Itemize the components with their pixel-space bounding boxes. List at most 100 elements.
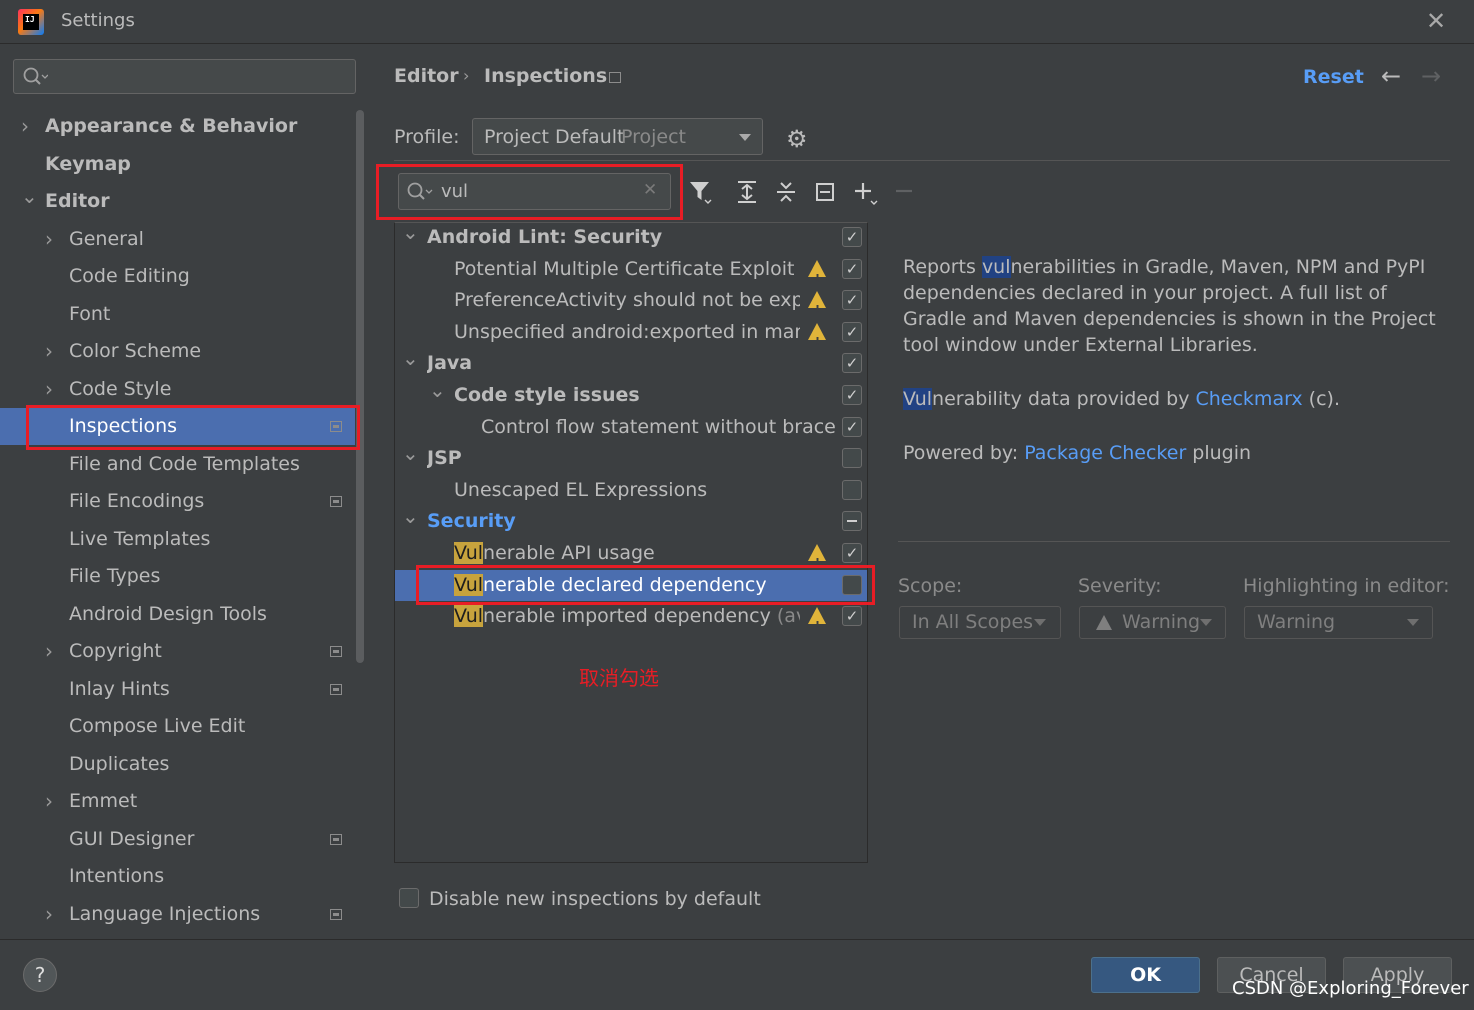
sidebar-item[interactable]: › Language Injections [0, 896, 355, 933]
breadcrumb-separator-icon: › [463, 66, 470, 85]
sidebar-item[interactable]: › Copyright [0, 633, 355, 670]
tree-inspection[interactable]: Unescaped EL Expressions [395, 475, 867, 506]
tree-inspection[interactable]: Vulnerable imported dependency (availa ✓ [395, 601, 867, 641]
sidebar-item-label: Intentions [69, 865, 165, 887]
sidebar-item[interactable]: Duplicates [0, 746, 355, 783]
sidebar-item[interactable]: › Emmet [0, 783, 355, 820]
inspection-checkbox[interactable]: ✓ [842, 290, 862, 311]
sidebar-item[interactable]: File Encodings [0, 483, 355, 520]
intellij-idea-icon: IJ [18, 9, 44, 35]
sidebar-item[interactable]: › Appearance & Behavior [0, 108, 355, 145]
project-level-icon [330, 683, 342, 695]
tree-inspection[interactable]: Unspecified android:exported in manifes ✓ [395, 317, 867, 357]
tree-inspection[interactable]: Control flow statement without brace ✓ [395, 412, 867, 443]
sidebar-item-label: Android Design Tools [69, 602, 267, 625]
inspection-checkbox[interactable]: ✓ [842, 258, 862, 279]
settings-search-input[interactable] [13, 59, 356, 94]
disable-new-inspections-label[interactable]: Disable new inspections by default [429, 888, 761, 910]
inspection-checkbox[interactable]: ✓ [842, 353, 862, 374]
desc-text: plugin [1186, 442, 1252, 464]
inspection-checkbox[interactable]: ✓ [842, 416, 862, 437]
remove-icon[interactable] [894, 178, 916, 214]
tree-group[interactable]: ⌄ Android Lint: Security ✓ [395, 220, 867, 253]
sidebar-item[interactable]: Intentions [0, 858, 355, 895]
chevron-right-icon[interactable]: › [45, 333, 53, 370]
divider [394, 160, 1450, 161]
sidebar-item[interactable]: Compose Live Edit [0, 708, 355, 745]
scope-dropdown[interactable]: In All Scopes [899, 606, 1061, 639]
chevron-down-icon[interactable]: ⌄ [402, 438, 419, 469]
reset-link[interactable]: Reset [1303, 66, 1364, 88]
chevron-down-icon[interactable]: ⌄ [402, 217, 419, 248]
inspection-checkbox[interactable]: ✓ [842, 385, 862, 405]
sidebar-item[interactable]: Inlay Hints [0, 671, 355, 708]
sidebar-item-label: Code Style [69, 377, 172, 400]
add-icon[interactable] [853, 178, 881, 214]
inspection-checkbox[interactable]: ✓ [842, 227, 862, 247]
chevron-right-icon[interactable]: › [45, 371, 53, 408]
sidebar-item[interactable]: ⌄ Editor [0, 183, 355, 220]
chevron-right-icon[interactable]: › [45, 221, 53, 258]
sidebar-item[interactable]: › Color Scheme [0, 333, 355, 370]
collapse-all-icon[interactable] [775, 178, 799, 214]
inspection-checkbox[interactable] [842, 511, 862, 532]
tree-inspection[interactable]: PreferenceActivity should not be exporte… [395, 285, 867, 325]
sidebar-item[interactable]: Code Editing [0, 258, 355, 295]
tree-item-text: nerable imported dependency [483, 605, 771, 628]
tree-group[interactable]: ⌄ Security [395, 504, 867, 537]
arrow-right-icon[interactable]: → [1421, 62, 1441, 90]
annotation-box-declared-dependency [416, 565, 875, 605]
chevron-down-icon[interactable]: ⌄ [21, 178, 38, 215]
tree-group[interactable]: ⌄ JSP [395, 441, 867, 474]
scope-value: In All Scopes [912, 611, 1034, 633]
help-button[interactable]: ? [23, 958, 57, 992]
sidebar-item-label: Duplicates [69, 752, 170, 775]
sidebar-item-label: File and Code Templates [69, 452, 300, 475]
ok-button[interactable]: OK [1091, 957, 1200, 993]
gear-icon[interactable]: ⚙ [786, 125, 808, 153]
sidebar-item-label: General [69, 227, 144, 250]
highlighting-label: Highlighting in editor: [1243, 575, 1450, 597]
inspection-checkbox[interactable]: ✓ [842, 321, 862, 342]
sidebar-item-label: Inlay Hints [69, 677, 170, 700]
sidebar-item[interactable]: Live Templates [0, 521, 355, 558]
tree-inspection[interactable]: Potential Multiple Certificate Exploit ✓ [395, 254, 867, 294]
chevron-right-icon[interactable]: › [21, 108, 29, 145]
close-icon[interactable]: ✕ [1426, 6, 1446, 36]
chevron-right-icon[interactable]: › [45, 633, 53, 670]
sidebar-item[interactable]: File Types [0, 558, 355, 595]
sidebar-item[interactable]: › Code Style [0, 371, 355, 408]
sidebar-scrollbar[interactable] [356, 110, 364, 663]
inspection-checkbox[interactable]: ✓ [842, 543, 862, 563]
expand-all-icon[interactable] [736, 178, 760, 214]
warning-icon [808, 607, 826, 641]
search-match-highlight: Vul [454, 542, 484, 564]
chevron-down-icon[interactable]: ⌄ [402, 343, 419, 374]
sidebar-item[interactable]: Font [0, 296, 355, 333]
breadcrumb-editor[interactable]: Editor [394, 65, 459, 87]
disable-new-inspections-checkbox[interactable] [399, 888, 419, 908]
sidebar-item[interactable]: Keymap [0, 146, 355, 183]
inspection-checkbox[interactable] [842, 479, 862, 500]
sidebar-item[interactable]: GUI Designer [0, 821, 355, 858]
inspection-checkbox[interactable] [842, 448, 862, 469]
sidebar-item[interactable]: › General [0, 221, 355, 258]
highlighting-dropdown[interactable]: Warning [1244, 606, 1433, 639]
tree-group[interactable]: ⌄ Java ✓ [395, 346, 867, 379]
chevron-right-icon[interactable]: › [45, 896, 53, 933]
sidebar-item[interactable]: Android Design Tools [0, 596, 355, 633]
arrow-left-icon[interactable]: ← [1381, 62, 1401, 90]
chevron-down-icon[interactable]: ⌄ [402, 501, 419, 532]
inspection-checkbox[interactable]: ✓ [842, 606, 862, 627]
checkmarx-link[interactable]: Checkmarx [1195, 388, 1302, 410]
package-checker-link[interactable]: Package Checker [1024, 442, 1186, 464]
sidebar-item-label: Compose Live Edit [69, 715, 246, 737]
sidebar-item[interactable]: File and Code Templates [0, 446, 355, 483]
tree-group[interactable]: ⌄ Code style issues ✓ [395, 378, 867, 411]
filter-icon[interactable] [688, 178, 714, 214]
chevron-right-icon[interactable]: › [45, 783, 53, 820]
severity-dropdown[interactable]: Warning [1079, 606, 1226, 639]
chevron-down-icon[interactable]: ⌄ [429, 375, 446, 406]
desc-text: (c). [1302, 388, 1340, 410]
reset-to-default-icon[interactable] [814, 178, 838, 214]
